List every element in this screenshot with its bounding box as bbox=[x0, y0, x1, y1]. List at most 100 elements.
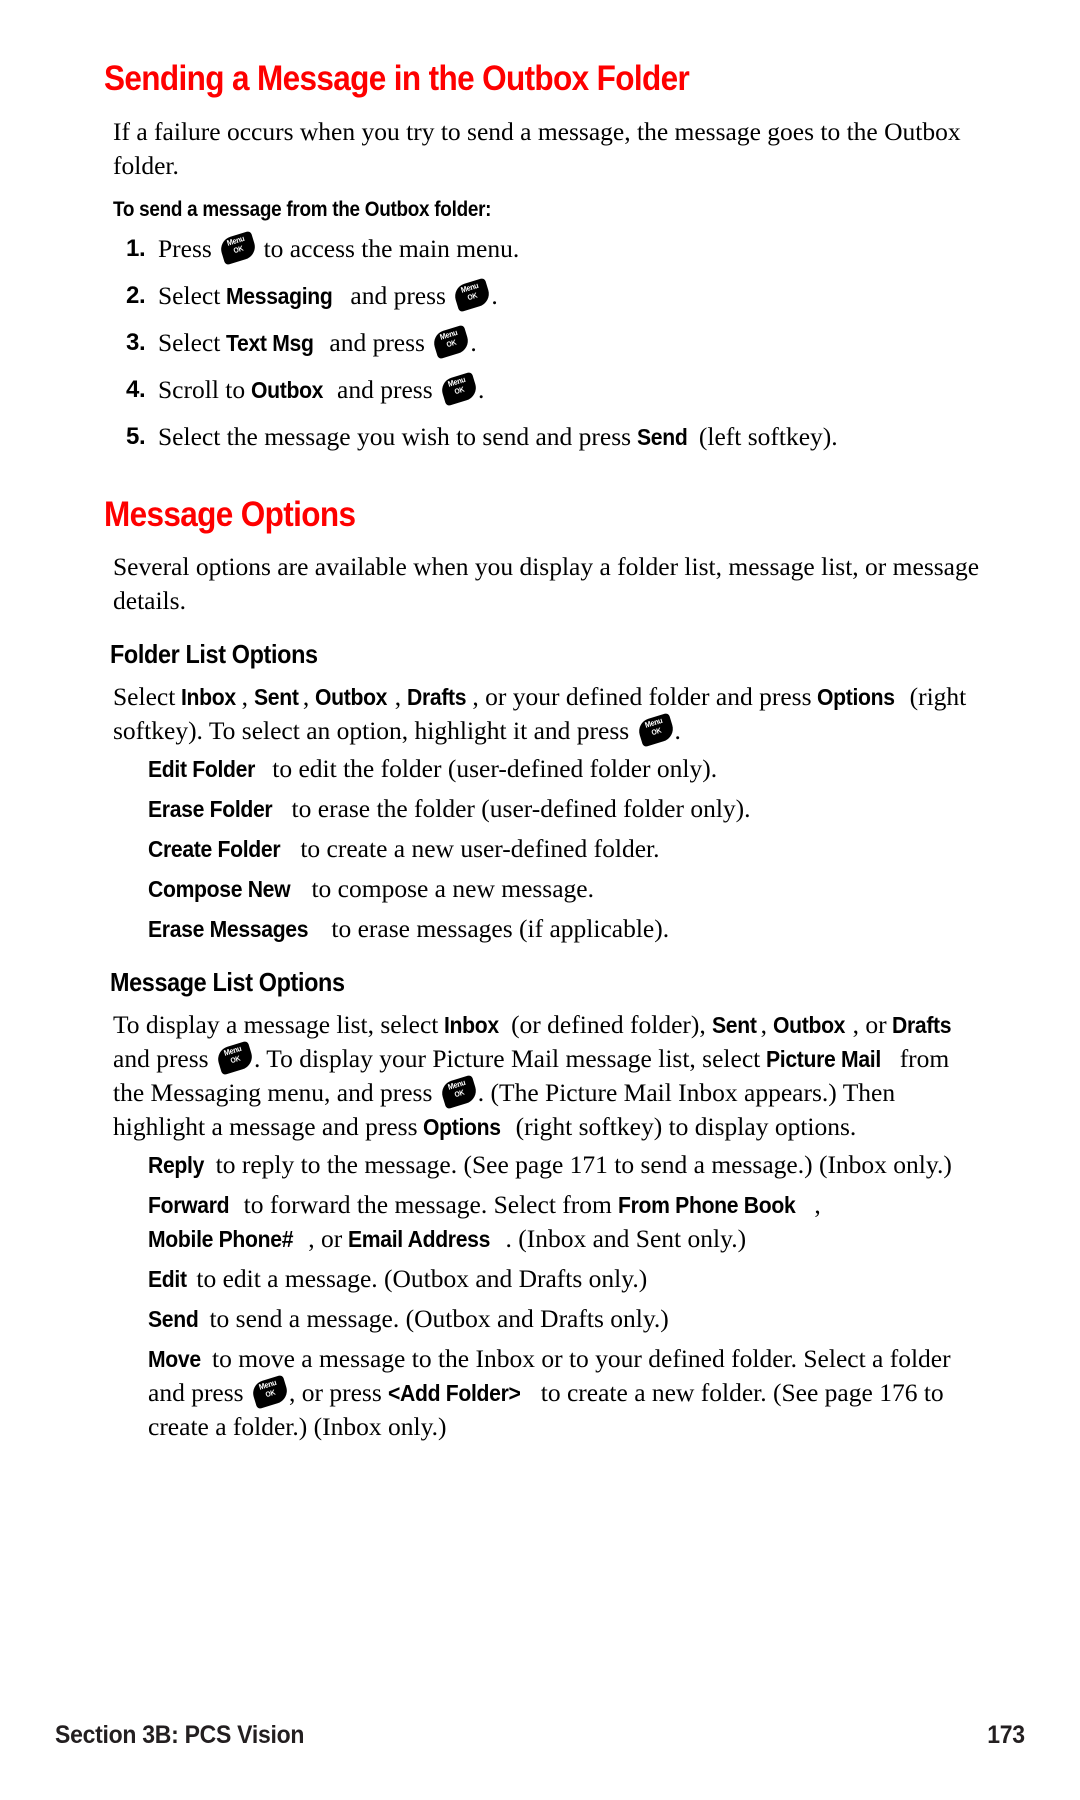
page-footer: Section 3B: PCS Vision 173 bbox=[55, 1718, 1025, 1752]
step-number: 1. bbox=[126, 234, 146, 262]
softkey-term-options: Options bbox=[817, 684, 896, 711]
option-description: to erase messages (if applicable). bbox=[325, 914, 670, 944]
option-item: Create Folder to create a new user-defin… bbox=[148, 832, 986, 866]
option-item: Send to send a message. (Outbox and Draf… bbox=[148, 1302, 986, 1336]
step-number: 3. bbox=[126, 328, 146, 356]
step-text-mid: and press bbox=[330, 374, 439, 404]
step-bold-term: Text Msg bbox=[226, 329, 314, 356]
step-bold-term: Messaging bbox=[226, 282, 333, 309]
option-description: to edit a message. (Outbox and Drafts on… bbox=[189, 1263, 648, 1293]
lead-text: . To display your Picture Mail message l… bbox=[253, 1043, 767, 1073]
step-item: 2. Select Messaging and press Menu OK. bbox=[96, 277, 986, 313]
step-number: 2. bbox=[126, 281, 146, 309]
step-number: 5. bbox=[126, 422, 146, 450]
step-text: Select bbox=[158, 280, 227, 310]
subheading-folder-list-options: Folder List Options bbox=[110, 639, 318, 670]
step-bold-term: Send bbox=[636, 423, 688, 450]
option-description: to forward the message. Select from bbox=[237, 1189, 619, 1219]
step-item: 5. Select the message you wish to send an… bbox=[96, 420, 986, 454]
subheading-message-list-options: Message List Options bbox=[110, 967, 345, 998]
option-choice-from-phone-book: From Phone Book bbox=[617, 1191, 796, 1218]
lead-text: and press bbox=[113, 1043, 215, 1073]
step-text-tail: . bbox=[470, 327, 477, 357]
page-content: Sending a Message in the Outbox Folder I… bbox=[96, 59, 986, 1450]
option-item: Compose New to compose a new message. bbox=[148, 872, 986, 906]
menu-ok-key-icon: Menu OK bbox=[218, 230, 259, 266]
folder-term-inbox: Inbox bbox=[444, 1011, 500, 1038]
folder-term-sent: Sent bbox=[253, 684, 299, 711]
folder-term-outbox: Outbox bbox=[772, 1011, 846, 1038]
lead-text: . bbox=[674, 716, 681, 746]
option-term: Erase Folder bbox=[147, 796, 273, 823]
folder-term-drafts: Drafts bbox=[892, 1011, 952, 1038]
menu-ok-key-icon: Menu OK bbox=[635, 712, 676, 748]
option-item: Forward to forward the message. Select f… bbox=[148, 1188, 986, 1256]
lead-text: , or your defined folder and press bbox=[472, 682, 818, 712]
option-term: Erase Messages bbox=[147, 916, 309, 943]
option-description: to reply to the message. (See page 171 t… bbox=[209, 1149, 952, 1179]
step-text: Select bbox=[158, 327, 227, 357]
menu-ok-key-icon: Menu OK bbox=[214, 1040, 256, 1076]
lead-text: Select bbox=[113, 682, 182, 712]
menu-ok-key-icon: Menu OK bbox=[438, 371, 480, 407]
folder-list-lead: Select Inbox, Sent, Outbox, Drafts, or y… bbox=[113, 680, 986, 748]
option-choice-add-folder: <Add Folder> bbox=[387, 1379, 521, 1406]
step-item: 3. Select Text Msg and press Menu OK. bbox=[96, 324, 986, 360]
step-item: 4. Scroll to Outbox and press Menu OK. bbox=[96, 371, 986, 407]
option-term: Edit bbox=[147, 1265, 187, 1292]
option-term: Edit Folder bbox=[147, 756, 255, 783]
lead-text: , bbox=[241, 682, 255, 712]
option-description: to create a new user-defined folder. bbox=[293, 834, 660, 864]
lead-text: To display a message list, select bbox=[113, 1009, 445, 1039]
option-term: Create Folder bbox=[147, 836, 281, 863]
option-description: , or press bbox=[288, 1377, 389, 1407]
lead-text: , bbox=[394, 682, 408, 712]
page-title-message-options: Message Options bbox=[104, 494, 356, 534]
option-description: , or bbox=[308, 1223, 349, 1253]
step-text-mid: and press bbox=[344, 280, 453, 310]
menu-term-picture-mail: Picture Mail bbox=[766, 1045, 882, 1072]
option-choice-email-address: Email Address bbox=[348, 1225, 491, 1252]
page-title-sending-message: Sending a Message in the Outbox Folder bbox=[104, 59, 690, 98]
folder-term-outbox: Outbox bbox=[315, 684, 388, 711]
option-term: Send bbox=[147, 1305, 199, 1332]
option-term: Reply bbox=[147, 1151, 204, 1178]
option-choice-mobile-phone-number: Mobile Phone# bbox=[147, 1225, 293, 1252]
lead-text: , bbox=[302, 682, 316, 712]
step-item: 1. Press Menu OK to access the main menu. bbox=[96, 230, 986, 266]
lead-text: (or defined folder), bbox=[504, 1009, 713, 1039]
option-description: to send a message. (Outbox and Drafts on… bbox=[203, 1303, 669, 1333]
lead-text: , bbox=[760, 1009, 774, 1039]
footer-page-number: 173 bbox=[987, 1720, 1025, 1749]
step-text: Select the message you wish to send and … bbox=[158, 421, 638, 451]
step-text-tail: to access the main menu. bbox=[257, 233, 520, 263]
folder-term-drafts: Drafts bbox=[407, 684, 467, 711]
option-description: to edit the folder (user-defined folder … bbox=[265, 754, 718, 784]
procedure-steps: 1. Press Menu OK to access the main menu. … bbox=[96, 230, 986, 454]
step-text: Press bbox=[158, 233, 219, 263]
menu-ok-key-icon: Menu OK bbox=[452, 277, 493, 313]
menu-ok-key-icon: Menu OK bbox=[431, 324, 472, 360]
footer-section-label: Section 3B: PCS Vision bbox=[55, 1720, 305, 1749]
menu-ok-key-icon: Menu OK bbox=[438, 1074, 479, 1110]
step-text-tail: . bbox=[491, 280, 498, 310]
step-number: 4. bbox=[126, 375, 146, 403]
intro-paragraph: If a failure occurs when you try to send… bbox=[113, 116, 961, 180]
softkey-term-options: Options bbox=[423, 1113, 502, 1140]
menu-ok-key-icon: Menu OK bbox=[249, 1374, 291, 1410]
option-item: Edit to edit a message. (Outbox and Draf… bbox=[148, 1262, 986, 1296]
folder-term-sent: Sent bbox=[711, 1011, 757, 1038]
option-item: Erase Folder to erase the folder (user-d… bbox=[148, 792, 986, 826]
option-item: Reply to reply to the message. (See page… bbox=[148, 1148, 986, 1182]
option-item: Edit Folder to edit the folder (user-def… bbox=[148, 752, 986, 786]
step-text-tail: . bbox=[478, 374, 485, 404]
option-term: Forward bbox=[147, 1191, 230, 1218]
option-description: to compose a new message. bbox=[305, 874, 594, 904]
option-term: Move bbox=[147, 1345, 201, 1372]
manual-page: Sending a Message in the Outbox Folder I… bbox=[0, 0, 1080, 1800]
folder-term-inbox: Inbox bbox=[181, 684, 237, 711]
option-description: , bbox=[814, 1189, 821, 1219]
step-bold-term: Outbox bbox=[251, 376, 324, 403]
option-description: to erase the folder (user-defined folder… bbox=[285, 794, 751, 824]
option-description: . (Inbox and Sent only.) bbox=[505, 1223, 747, 1253]
